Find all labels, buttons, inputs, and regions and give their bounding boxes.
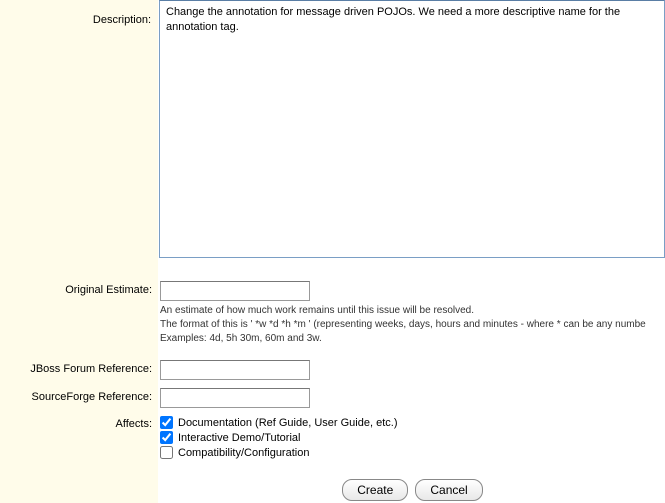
affects-compatibility-checkbox[interactable] (160, 446, 173, 459)
affects-documentation-label[interactable]: Documentation (Ref Guide, User Guide, et… (178, 417, 397, 429)
affects-demo-label[interactable]: Interactive Demo/Tutorial (178, 432, 300, 444)
estimate-hint-line3: Examples: 4d, 5h 30m, 60m and 3w. (160, 332, 665, 346)
description-label: Description: (0, 0, 157, 26)
estimate-hint-line2: The format of this is ' *w *d *h *m ' (r… (160, 318, 665, 332)
affects-documentation-checkbox[interactable] (160, 416, 173, 429)
affects-compatibility-label[interactable]: Compatibility/Configuration (178, 447, 309, 459)
description-textarea[interactable]: Change the annotation for message driven… (159, 0, 665, 258)
estimate-hint: An estimate of how much work remains unt… (160, 304, 665, 346)
affects-label: Affects: (0, 416, 158, 430)
original-estimate-input[interactable] (160, 281, 310, 301)
affects-demo-checkbox[interactable] (160, 431, 173, 444)
estimate-hint-line1: An estimate of how much work remains unt… (160, 304, 665, 318)
original-estimate-label: Original Estimate: (0, 281, 158, 296)
sourceforge-input[interactable] (160, 388, 310, 408)
cancel-button[interactable]: Cancel (415, 479, 482, 501)
jboss-forum-label: JBoss Forum Reference: (0, 360, 158, 375)
create-button[interactable]: Create (342, 479, 408, 501)
sourceforge-label: SourceForge Reference: (0, 388, 158, 403)
jboss-forum-input[interactable] (160, 360, 310, 380)
